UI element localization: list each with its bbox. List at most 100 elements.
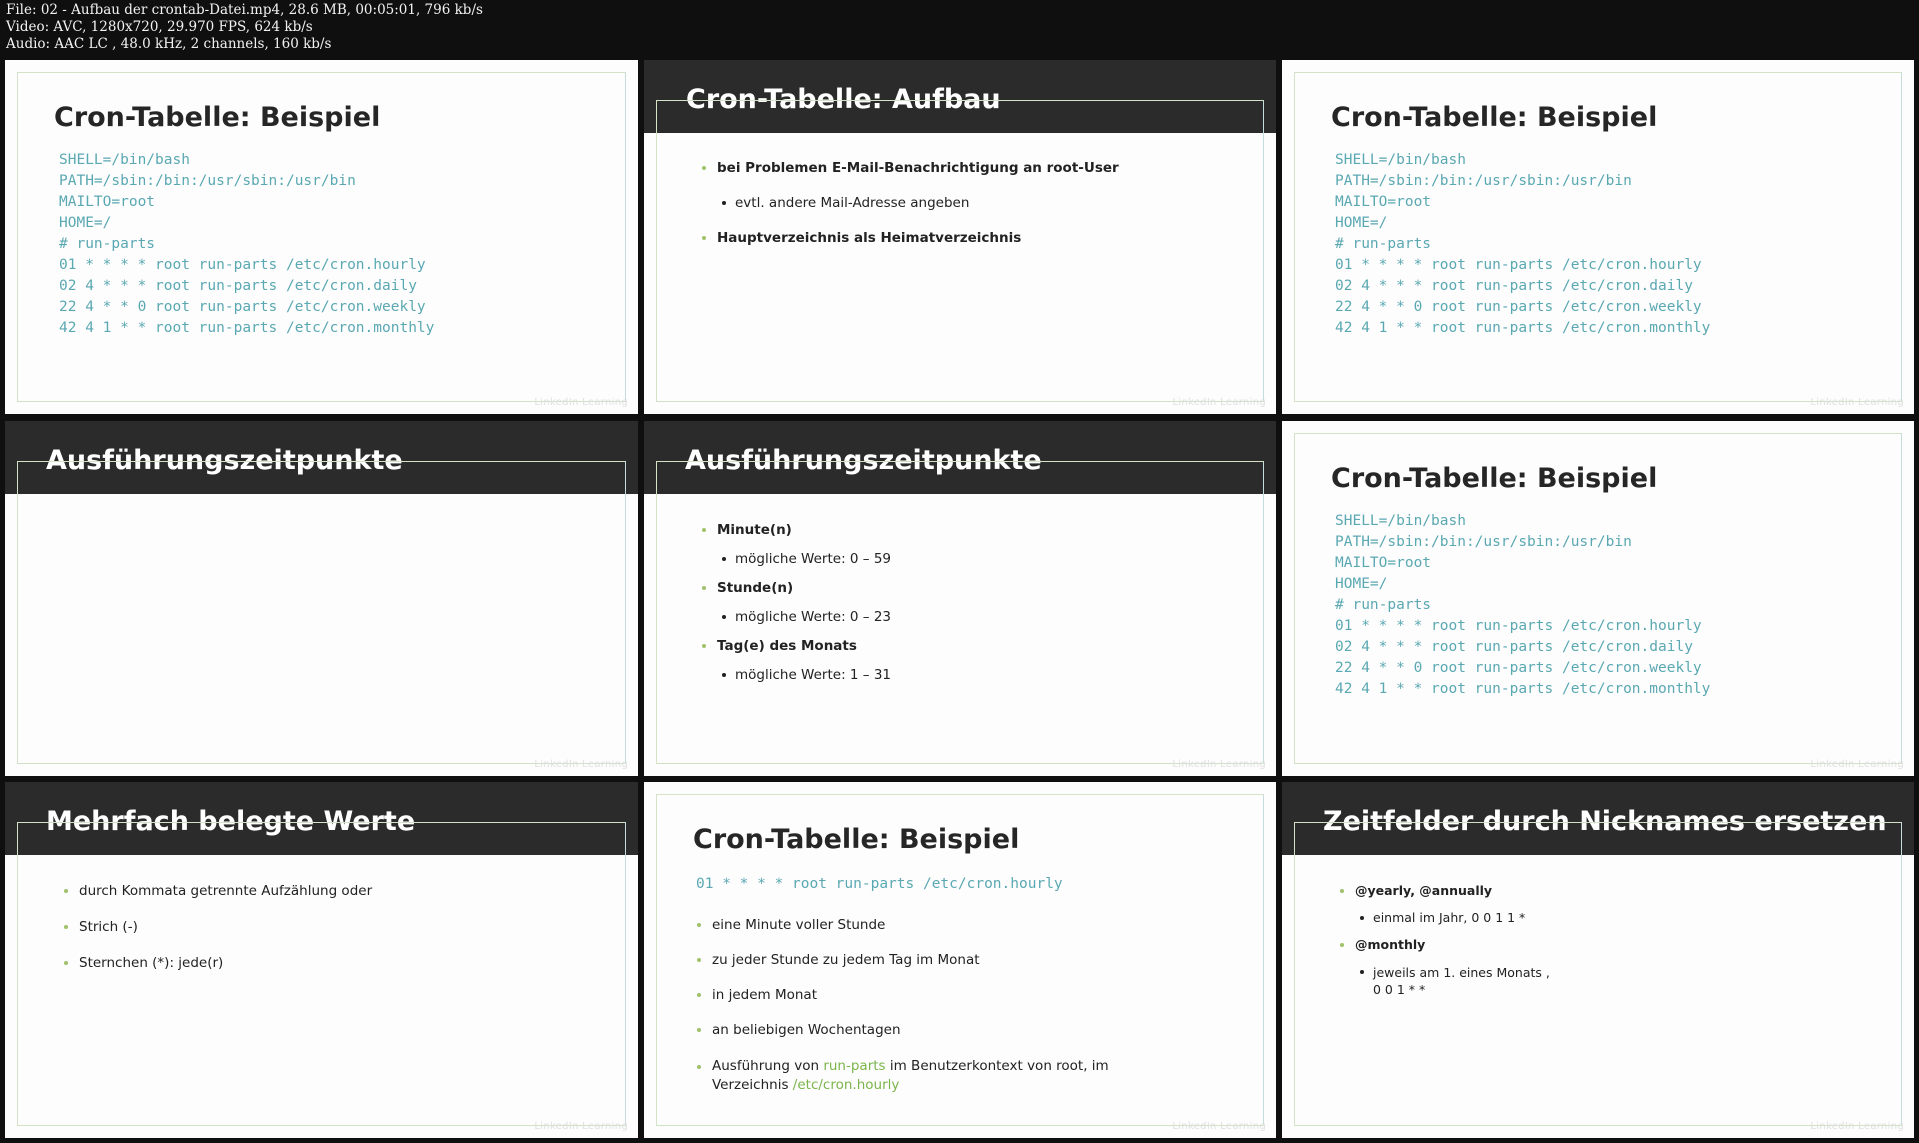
- bullet-dot: [1340, 889, 1344, 893]
- code-line: 01 * * * * root run-parts /etc/cron.hour…: [696, 876, 1063, 892]
- bullet-dot: [702, 586, 706, 590]
- code-line: 22 4 * * 0 root run-parts /etc/cron.week…: [1335, 299, 1702, 315]
- bullet-text: an beliebigen Wochentagen: [712, 1022, 901, 1038]
- bullet-dot: [697, 1028, 701, 1032]
- slide-frame: [17, 461, 626, 764]
- thumbnail-slide-2[interactable]: Cron-Tabelle: Aufbau bei Problemen E-Mai…: [644, 60, 1276, 414]
- bullet-item: durch Kommata getrennte Aufzählung oder: [64, 883, 373, 919]
- slide-title: Mehrfach belegte Werte: [46, 806, 416, 837]
- bullet-text: 0 0 1 * *: [1373, 982, 1426, 997]
- slide-frame: [656, 100, 1264, 402]
- bullet-text: Sternchen (*): jede(r): [79, 955, 224, 971]
- bullet-text: einmal im Jahr, 0 0 1 1 *: [1373, 910, 1526, 925]
- thumbnail-slide-7[interactable]: Mehrfach belegte Werte durch Kommata get…: [5, 782, 638, 1138]
- bullet-item: Stunde(n): [702, 580, 891, 609]
- bullet-text: Ausführung von: [712, 1058, 824, 1074]
- sub-bullet-item: mögliche Werte: 0 – 23: [722, 609, 891, 638]
- sub-bullet-item: mögliche Werte: 0 – 59: [722, 551, 891, 580]
- sub-bullet-item: mögliche Werte: 1 – 31: [722, 667, 892, 696]
- title-bar: Mehrfach belegte Werte: [5, 782, 638, 855]
- slide-title: Cron-Tabelle: Beispiel: [1331, 463, 1658, 494]
- bullet-item: Minute(n): [702, 522, 891, 551]
- bullet-list: Minute(n) mögliche Werte: 0 – 59 Stunde(…: [702, 522, 892, 696]
- slide-title: Cron-Tabelle: Beispiel: [693, 824, 1020, 855]
- slide-title: Ausführungszeitpunkte: [46, 445, 403, 476]
- code-block: SHELL=/bin/bash PATH=/sbin:/bin:/usr/sbi…: [1335, 150, 1710, 339]
- code-line: PATH=/sbin:/bin:/usr/sbin:/usr/bin: [1335, 534, 1632, 550]
- file-info: File: 02 - Aufbau der crontab-Datei.mp4,…: [6, 2, 483, 53]
- slide-frame: [17, 822, 626, 1126]
- code-line: 01 * * * * root run-parts /etc/cron.hour…: [1335, 257, 1702, 273]
- code-block: 01 * * * * root run-parts /etc/cron.hour…: [696, 874, 1063, 895]
- title-bar: Ausführungszeitpunkte: [5, 421, 638, 494]
- thumbnail-slide-3[interactable]: Cron-Tabelle: Beispiel SHELL=/bin/bash P…: [1282, 60, 1914, 414]
- bullet-dot: [722, 557, 726, 561]
- bullet-text: Minute(n): [717, 522, 792, 538]
- thumbnail-slide-9[interactable]: Zeitfelder durch Nicknames ersetzen @yea…: [1282, 782, 1914, 1138]
- code-line: 02 4 * * * root run-parts /etc/cron.dail…: [1335, 639, 1693, 655]
- code-line: 02 4 * * * root run-parts /etc/cron.dail…: [1335, 278, 1693, 294]
- bullet-dot: [722, 201, 726, 205]
- code-line: HOME=/: [59, 215, 112, 231]
- bullet-text: evtl. andere Mail-Adresse angeben: [735, 195, 970, 211]
- bullet-text: eine Minute voller Stunde: [712, 917, 886, 933]
- bullet-dot: [64, 961, 68, 965]
- slide-title: Ausführungszeitpunkte: [685, 445, 1042, 476]
- sub-bullet-item: evtl. andere Mail-Adresse angeben: [722, 195, 1119, 230]
- bullet-dot: [697, 1065, 701, 1069]
- bullet-item: Sternchen (*): jede(r): [64, 955, 372, 971]
- thumbnail-slide-1[interactable]: Cron-Tabelle: Beispiel SHELL=/bin/bash P…: [5, 60, 638, 414]
- slide-title: Cron-Tabelle: Beispiel: [1331, 102, 1658, 133]
- bullet-dot: [722, 673, 726, 677]
- bullet-dot: [697, 923, 701, 927]
- code-line: PATH=/sbin:/bin:/usr/sbin:/usr/bin: [1335, 173, 1632, 189]
- sub-bullet-item: einmal im Jahr, 0 0 1 1 *: [1360, 910, 1550, 937]
- watermark-logo: LinkedIn Learning: [534, 397, 628, 408]
- bullet-text: Verzeichnis: [712, 1077, 793, 1093]
- bullet-text: bei Problemen E-Mail-Benachrichtigung an…: [717, 160, 1119, 176]
- bullet-item: @yearly, @annually: [1340, 883, 1550, 910]
- inline-code-text: run-parts: [823, 1058, 886, 1074]
- bullet-item: bei Problemen E-Mail-Benachrichtigung an…: [702, 160, 1119, 195]
- watermark-logo: LinkedIn Learning: [1172, 759, 1266, 770]
- watermark-logo: LinkedIn Learning: [534, 759, 628, 770]
- bullet-dot: [697, 993, 701, 997]
- bullet-text: Tag(e) des Monats: [717, 638, 857, 654]
- bullet-text: Stunde(n): [717, 580, 794, 596]
- bullet-item: Tag(e) des Monats: [702, 638, 891, 667]
- bullet-text: mögliche Werte: 1 – 31: [735, 667, 892, 683]
- code-line: PATH=/sbin:/bin:/usr/sbin:/usr/bin: [59, 173, 356, 189]
- bullet-list: bei Problemen E-Mail-Benachrichtigung an…: [702, 160, 1119, 246]
- bullet-item: in jedem Monat: [697, 987, 1109, 1022]
- code-line: # run-parts: [1335, 236, 1432, 252]
- watermark-logo: LinkedIn Learning: [1172, 1121, 1266, 1132]
- bullet-item: Ausführung von run-parts im Benutzerkont…: [697, 1057, 1109, 1095]
- bullet-dot: [1340, 943, 1344, 947]
- bullet-item: an beliebigen Wochentagen: [697, 1022, 1109, 1057]
- watermark-logo: LinkedIn Learning: [1810, 759, 1904, 770]
- code-block: SHELL=/bin/bash PATH=/sbin:/bin:/usr/sbi…: [59, 150, 434, 339]
- code-line: # run-parts: [1335, 597, 1432, 613]
- slide-title: Zeitfelder durch Nicknames ersetzen: [1323, 806, 1887, 837]
- code-line: 42 4 1 * * root run-parts /etc/cron.mont…: [1335, 320, 1711, 336]
- code-line: 22 4 * * 0 root run-parts /etc/cron.week…: [1335, 660, 1702, 676]
- title-bar: Cron-Tabelle: Aufbau: [644, 60, 1276, 133]
- code-line: HOME=/: [1335, 576, 1388, 592]
- bullet-list: durch Kommata getrennte Aufzählung oder …: [64, 883, 373, 971]
- bullet-dot: [1360, 916, 1364, 920]
- bullet-text: durch Kommata getrennte Aufzählung oder: [79, 883, 373, 899]
- bullet-text: Strich (-): [79, 919, 138, 935]
- bullet-text: im Benutzerkontext von root, im: [885, 1058, 1109, 1074]
- thumbnail-slide-5[interactable]: Ausführungszeitpunkte Minute(n) mögliche…: [644, 421, 1276, 776]
- code-block: SHELL=/bin/bash PATH=/sbin:/bin:/usr/sbi…: [1335, 511, 1710, 700]
- code-line: MAILTO=root: [59, 194, 156, 210]
- thumbnail-slide-8[interactable]: Cron-Tabelle: Beispiel 01 * * * * root r…: [644, 782, 1276, 1138]
- bullet-text: @monthly: [1355, 937, 1426, 952]
- code-line: MAILTO=root: [1335, 555, 1432, 571]
- thumbnail-slide-6[interactable]: Cron-Tabelle: Beispiel SHELL=/bin/bash P…: [1282, 421, 1914, 776]
- thumbnail-slide-4[interactable]: Ausführungszeitpunkte LinkedIn Learning: [5, 421, 638, 776]
- bullet-dot: [702, 644, 706, 648]
- bullet-dot: [702, 236, 706, 240]
- sub-bullet-item: jeweils am 1. eines Monats , 0 0 1 * *: [1360, 964, 1550, 998]
- watermark-logo: LinkedIn Learning: [1810, 1121, 1904, 1132]
